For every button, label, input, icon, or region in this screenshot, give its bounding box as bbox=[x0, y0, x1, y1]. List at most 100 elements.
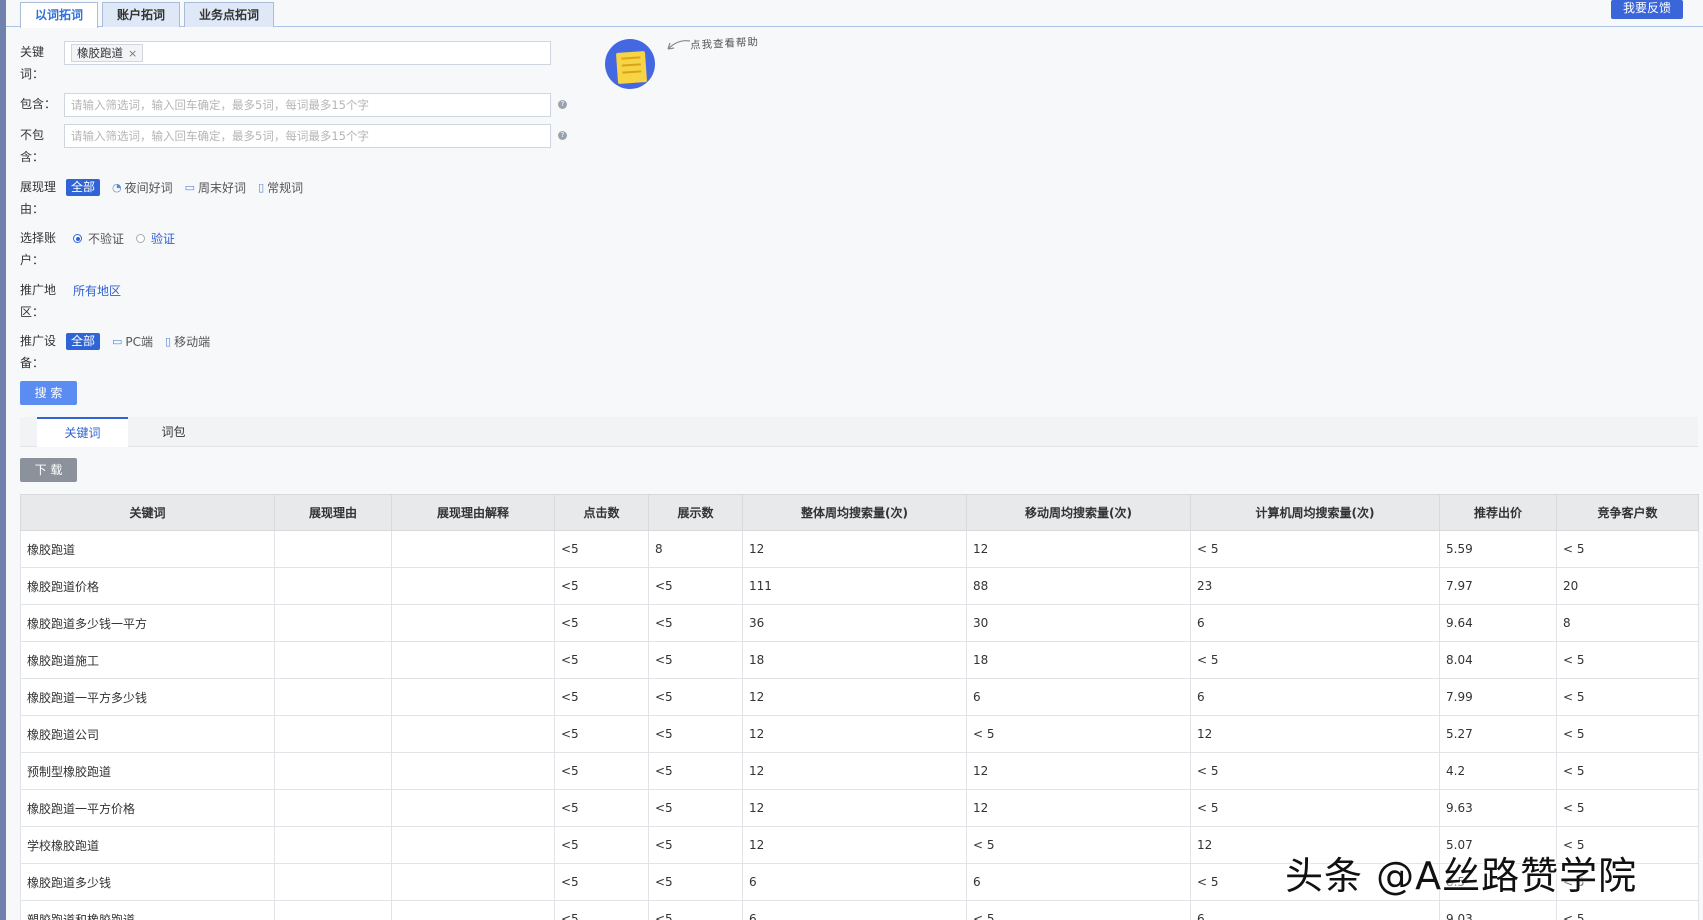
table-cell: <5 bbox=[648, 752, 743, 790]
table-cell: < 5 bbox=[1556, 715, 1699, 753]
table-cell: 12 bbox=[1190, 715, 1440, 753]
top-tab-bar: 以词拓词 账户拓词 业务点拓词 bbox=[20, 2, 275, 28]
account-verify-option[interactable]: 验证 bbox=[136, 230, 175, 247]
table-cell: <5 bbox=[554, 715, 649, 753]
col-keyword[interactable]: 关键词 bbox=[20, 494, 275, 531]
table-cell: 橡胶跑道一平方多少钱 bbox=[20, 678, 275, 716]
table-cell: < 5 bbox=[1556, 752, 1699, 790]
search-button[interactable]: 搜 索 bbox=[20, 381, 77, 405]
table-cell: 6 bbox=[1190, 604, 1440, 642]
col-total-weekly[interactable]: 整体周均搜索量(次) bbox=[742, 494, 967, 531]
table-row[interactable]: 橡胶跑道多少钱一平方 <5 <5 36 30 6 9.64 8 bbox=[20, 604, 1699, 642]
table-cell: < 5 bbox=[966, 900, 1191, 920]
table-cell: 塑胶跑道和橡胶跑道 bbox=[20, 900, 275, 920]
reason-weekend-option[interactable]: ▭ 周末好词 bbox=[185, 179, 246, 196]
table-row[interactable]: 塑胶跑道和橡胶跑道 <5 <5 6 < 5 6 9.03 < 5 bbox=[20, 900, 1699, 920]
table-row[interactable]: 橡胶跑道价格 <5 <5 111 88 23 7.97 20 bbox=[20, 567, 1699, 605]
table-cell: 23 bbox=[1190, 567, 1440, 605]
table-cell: 12 bbox=[742, 789, 967, 827]
table-cell: 9.03 bbox=[1439, 900, 1557, 920]
feedback-button[interactable]: 我要反馈 bbox=[1610, 0, 1683, 19]
table-cell: 橡胶跑道施工 bbox=[20, 641, 275, 679]
reason-normal-label: 常规词 bbox=[267, 181, 304, 195]
table-cell: 4.2 bbox=[1439, 752, 1557, 790]
col-reason[interactable]: 展现理由 bbox=[274, 494, 392, 531]
account-no-verify-option[interactable]: 不验证 bbox=[73, 230, 124, 247]
table-cell: <5 bbox=[648, 641, 743, 679]
reason-normal-option[interactable]: ▯ 常规词 bbox=[258, 179, 303, 196]
device-row: 推广设备： 全部 ▭ PC端 ▯ 移动端 bbox=[20, 330, 210, 374]
table-cell: < 5 bbox=[1190, 641, 1440, 679]
table-row[interactable]: 橡胶跑道施工 <5 <5 18 18 < 5 8.04 < 5 bbox=[20, 641, 1699, 679]
result-tab-bar: 关键词 词包 bbox=[20, 417, 1698, 447]
col-mobile-weekly[interactable]: 移动周均搜索量(次) bbox=[966, 494, 1191, 531]
table-row[interactable]: 预制型橡胶跑道 <5 <5 12 12 < 5 4.2 < 5 bbox=[20, 752, 1699, 790]
tab-word-expand[interactable]: 以词拓词 bbox=[20, 2, 99, 28]
table-cell: 6 bbox=[966, 863, 1191, 901]
table-cell bbox=[391, 900, 555, 920]
reason-all-option[interactable]: 全部 bbox=[66, 179, 101, 196]
col-reason-explain[interactable]: 展现理由解释 bbox=[391, 494, 555, 531]
col-competitors[interactable]: 竞争客户数 bbox=[1556, 494, 1699, 531]
table-cell bbox=[274, 752, 392, 790]
table-cell bbox=[391, 678, 555, 716]
table-cell: < 5 bbox=[1556, 900, 1699, 920]
device-pc-label: PC端 bbox=[125, 335, 154, 349]
include-help-icon[interactable]: ? bbox=[558, 100, 567, 109]
tab-account-expand[interactable]: 账户拓词 bbox=[102, 2, 181, 27]
table-cell: < 5 bbox=[966, 826, 1191, 864]
table-cell: 6 bbox=[742, 863, 967, 901]
table-cell bbox=[274, 641, 392, 679]
table-cell: 预制型橡胶跑道 bbox=[20, 752, 275, 790]
left-accent-strip bbox=[0, 0, 6, 920]
region-link[interactable]: 所有地区 bbox=[73, 282, 121, 299]
reason-night-option[interactable]: ◔ 夜间好词 bbox=[112, 179, 173, 196]
tab-keywords[interactable]: 关键词 bbox=[37, 417, 128, 447]
col-pc-weekly[interactable]: 计算机周均搜索量(次) bbox=[1190, 494, 1440, 531]
table-cell: 8 bbox=[648, 530, 743, 568]
exclude-help-icon[interactable]: ? bbox=[558, 131, 567, 140]
exclude-input[interactable] bbox=[71, 129, 550, 143]
table-cell bbox=[391, 789, 555, 827]
monitor-icon: ▭ bbox=[112, 335, 123, 348]
table-cell: <5 bbox=[554, 641, 649, 679]
help-hint-text[interactable]: 点我查看帮助 bbox=[690, 34, 760, 53]
remove-tag-icon[interactable]: × bbox=[128, 47, 137, 60]
table-cell: 12 bbox=[966, 789, 1191, 827]
exclude-label: 不包含： bbox=[20, 128, 45, 164]
table-cell: <5 bbox=[648, 604, 743, 642]
account-no-verify-label: 不验证 bbox=[88, 232, 125, 246]
table-row[interactable]: 橡胶跑道公司 <5 <5 12 < 5 12 5.27 < 5 bbox=[20, 715, 1699, 753]
device-mobile-option[interactable]: ▯ 移动端 bbox=[165, 333, 210, 350]
table-cell bbox=[274, 604, 392, 642]
table-cell: 12 bbox=[742, 826, 967, 864]
calendar-icon: ▭ bbox=[184, 181, 196, 194]
table-row[interactable]: 橡胶跑道一平方多少钱 <5 <5 12 6 6 7.99 < 5 bbox=[20, 678, 1699, 716]
table-row[interactable]: 橡胶跑道 <5 8 12 12 < 5 5.59 < 5 bbox=[20, 530, 1699, 568]
reason-label: 展现理由： bbox=[20, 180, 57, 216]
keyword-input[interactable]: 橡胶跑道 × bbox=[64, 41, 551, 65]
table-cell: <5 bbox=[554, 678, 649, 716]
table-cell: 8 bbox=[1556, 604, 1699, 642]
table-cell: <5 bbox=[648, 567, 743, 605]
reason-weekend-label: 周末好词 bbox=[198, 181, 247, 195]
tab-word-package[interactable]: 词包 bbox=[128, 417, 219, 447]
device-pc-option[interactable]: ▭ PC端 bbox=[112, 333, 153, 350]
tab-business-expand[interactable]: 业务点拓词 bbox=[184, 2, 275, 27]
keyword-tag: 橡胶跑道 × bbox=[71, 44, 144, 62]
note-icon[interactable] bbox=[615, 51, 648, 84]
table-cell: <5 bbox=[648, 678, 743, 716]
table-cell: <5 bbox=[554, 604, 649, 642]
col-clicks[interactable]: 点击数 bbox=[554, 494, 649, 531]
table-cell: 18 bbox=[742, 641, 967, 679]
device-all-option[interactable]: 全部 bbox=[66, 333, 101, 350]
table-row[interactable]: 橡胶跑道一平方价格 <5 <5 12 12 < 5 9.63 < 5 bbox=[20, 789, 1699, 827]
include-input[interactable] bbox=[71, 98, 550, 112]
col-bid[interactable]: 推荐出价 bbox=[1439, 494, 1557, 531]
table-cell bbox=[274, 678, 392, 716]
keyword-tag-text: 橡胶跑道 bbox=[77, 46, 123, 60]
table-cell: < 5 bbox=[1190, 752, 1440, 790]
download-button[interactable]: 下 载 bbox=[20, 458, 77, 482]
col-impressions[interactable]: 展示数 bbox=[648, 494, 743, 531]
table-cell: < 5 bbox=[1556, 789, 1699, 827]
